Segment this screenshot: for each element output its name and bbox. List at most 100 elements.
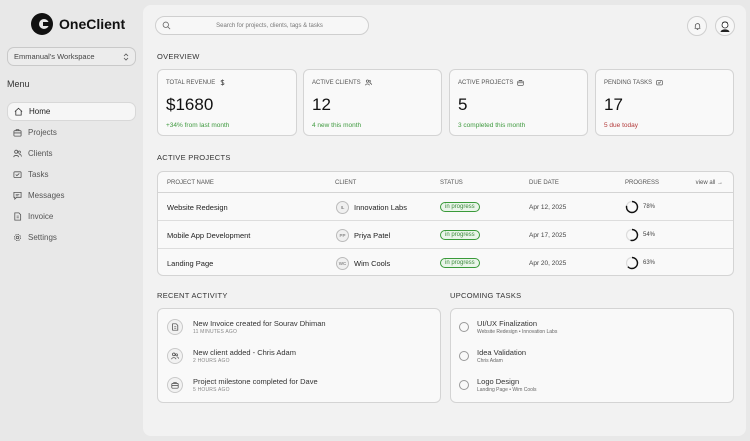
activity-title: New client added - Chris Adam xyxy=(193,348,296,357)
dollar-icon xyxy=(220,79,225,86)
task-checkbox[interactable] xyxy=(459,380,469,390)
progress-label: 54% xyxy=(643,232,656,238)
status-badge: in progress xyxy=(440,202,480,212)
stat-label-text: TOTAL REVENUE xyxy=(166,79,216,86)
sidebar-item-projects[interactable]: Projects xyxy=(7,123,136,142)
sidebar-item-clients[interactable]: Clients xyxy=(7,144,136,163)
table-header: PROJECT NAME CLIENT STATUS DUE DATE PROG… xyxy=(158,172,733,193)
task-subtitle: Website Redesign • Innovation Labs xyxy=(477,329,558,335)
main-content: Search for projects, clients, tags & tas… xyxy=(143,5,746,436)
workspace-name: Emmanual's Workspace xyxy=(14,52,95,61)
task-item[interactable]: Idea Validation Chris Adam xyxy=(459,346,526,366)
table-row[interactable]: Landing Page WC Wim Cools in progress Ap… xyxy=(158,249,733,277)
task-item[interactable]: Logo Design Landing Page • Wim Cools xyxy=(459,375,537,395)
stat-card-revenue[interactable]: TOTAL REVENUE $1680 +34% from last month xyxy=(157,69,297,136)
users-icon xyxy=(171,352,179,360)
task-item[interactable]: UI/UX Finalization Website Redesign • In… xyxy=(459,317,557,337)
stat-label: TOTAL REVENUE xyxy=(166,79,226,86)
column-header: DUE DATE xyxy=(529,180,559,186)
task-checkbox[interactable] xyxy=(459,322,469,332)
gear-icon xyxy=(14,234,21,241)
progress-label: 63% xyxy=(643,260,656,266)
due-date: Apr 17, 2025 xyxy=(529,231,567,239)
active-projects-title: ACTIVE PROJECTS xyxy=(157,153,231,162)
user-avatar-button[interactable] xyxy=(715,16,735,36)
stat-label: ACTIVE CLIENTS xyxy=(312,79,372,86)
invoice-icon xyxy=(172,323,179,331)
upcoming-tasks-card: UI/UX Finalization Website Redesign • In… xyxy=(450,308,734,403)
activity-time: 5 HOURS AGO xyxy=(193,387,230,393)
stat-value: $1680 xyxy=(166,95,214,114)
activity-title: Project milestone completed for Dave xyxy=(193,377,318,386)
projects-table: PROJECT NAME CLIENT STATUS DUE DATE PROG… xyxy=(157,171,734,276)
task-title: UI/UX Finalization xyxy=(477,319,538,328)
search-bar[interactable]: Search for projects, clients, tags & tas… xyxy=(155,16,369,35)
stat-value: 17 xyxy=(604,95,623,114)
column-header: STATUS xyxy=(440,180,463,186)
table-row[interactable]: Website Redesign IL Innovation Labs in p… xyxy=(158,193,733,221)
stat-sub: +34% from last month xyxy=(166,122,230,129)
column-header: CLIENT xyxy=(335,180,357,186)
bell-icon xyxy=(694,22,700,30)
activity-item[interactable]: New client added - Chris Adam 2 HOURS AG… xyxy=(167,345,296,367)
activity-icon xyxy=(167,377,183,393)
workspace-selector[interactable]: Emmanual's Workspace xyxy=(7,47,136,66)
activity-item[interactable]: Project milestone completed for Dave 5 H… xyxy=(167,374,318,396)
project-name: Mobile App Development xyxy=(167,230,251,240)
progress-ring xyxy=(625,228,639,242)
column-header: PROJECT NAME xyxy=(167,180,214,186)
activity-item[interactable]: New Invoice created for Sourav Dhiman 11… xyxy=(167,316,326,338)
project-name: Website Redesign xyxy=(167,202,228,212)
status-badge: in progress xyxy=(440,258,480,268)
due-date: Apr 12, 2025 xyxy=(529,203,567,211)
status-cell: in progress xyxy=(440,249,480,277)
stat-label: ACTIVE PROJECTS xyxy=(458,79,524,86)
stat-card-clients[interactable]: ACTIVE CLIENTS 12 4 new this month xyxy=(303,69,442,136)
sidebar-item-label: Tasks xyxy=(28,170,49,179)
brand[interactable]: OneClient xyxy=(31,13,125,35)
upcoming-tasks-title: UPCOMING TASKS xyxy=(450,291,522,300)
stat-sub: 3 completed this month xyxy=(458,122,526,129)
chevron-updown-icon xyxy=(123,52,129,61)
sidebar-item-label: Invoice xyxy=(28,212,54,221)
sidebar-item-home[interactable]: Home xyxy=(7,102,136,121)
sidebar-item-settings[interactable]: Settings xyxy=(7,228,136,247)
menu-title: Menu xyxy=(7,79,30,89)
task-checkbox[interactable] xyxy=(459,351,469,361)
stat-label-text: PENDING TASKS xyxy=(604,79,653,86)
progress-cell: 78% xyxy=(625,193,655,221)
column-header: PROGRESS xyxy=(625,180,660,186)
notifications-button[interactable] xyxy=(687,16,707,36)
stat-card-tasks[interactable]: PENDING TASKS 17 5 due today xyxy=(595,69,734,136)
sidebar-item-invoice[interactable]: Invoice xyxy=(7,207,136,226)
task-title: Logo Design xyxy=(477,377,520,386)
client-name: Priya Patel xyxy=(354,230,391,240)
activity-title: New Invoice created for Sourav Dhiman xyxy=(193,319,326,328)
briefcase-icon xyxy=(13,129,22,137)
task-subtitle: Landing Page • Wim Cools xyxy=(477,387,537,393)
client-name: Wim Cools xyxy=(354,258,391,268)
sidebar-nav: Home Projects Clients Tasks Messages Inv… xyxy=(7,102,136,249)
brand-name: OneClient xyxy=(59,16,126,32)
recent-activity-card: New Invoice created for Sourav Dhiman 11… xyxy=(157,308,441,403)
stat-label-text: ACTIVE PROJECTS xyxy=(458,79,514,86)
stat-label-text: ACTIVE CLIENTS xyxy=(312,79,361,86)
sidebar-item-tasks[interactable]: Tasks xyxy=(7,165,136,184)
stat-card-projects[interactable]: ACTIVE PROJECTS 5 3 completed this month xyxy=(449,69,588,136)
progress-cell: 63% xyxy=(625,249,655,277)
sidebar-item-messages[interactable]: Messages xyxy=(7,186,136,205)
status-cell: in progress xyxy=(440,221,480,249)
progress-cell: 54% xyxy=(625,221,655,249)
client-avatar: IL xyxy=(336,200,349,214)
logo-icon xyxy=(31,13,53,35)
sidebar: OneClient Emmanual's Workspace Menu Home… xyxy=(0,0,143,441)
table-body: Website Redesign IL Innovation Labs in p… xyxy=(158,193,733,275)
view-all-link[interactable]: view all → xyxy=(696,180,723,186)
activity-time: 11 MINUTES AGO xyxy=(193,329,238,335)
progress-ring xyxy=(625,256,639,270)
stat-value: 12 xyxy=(312,95,331,114)
tasks-icon xyxy=(13,171,22,179)
stat-value: 5 xyxy=(458,95,468,114)
table-row[interactable]: Mobile App Development PP Priya Patel in… xyxy=(158,221,733,249)
briefcase-icon xyxy=(171,382,179,389)
